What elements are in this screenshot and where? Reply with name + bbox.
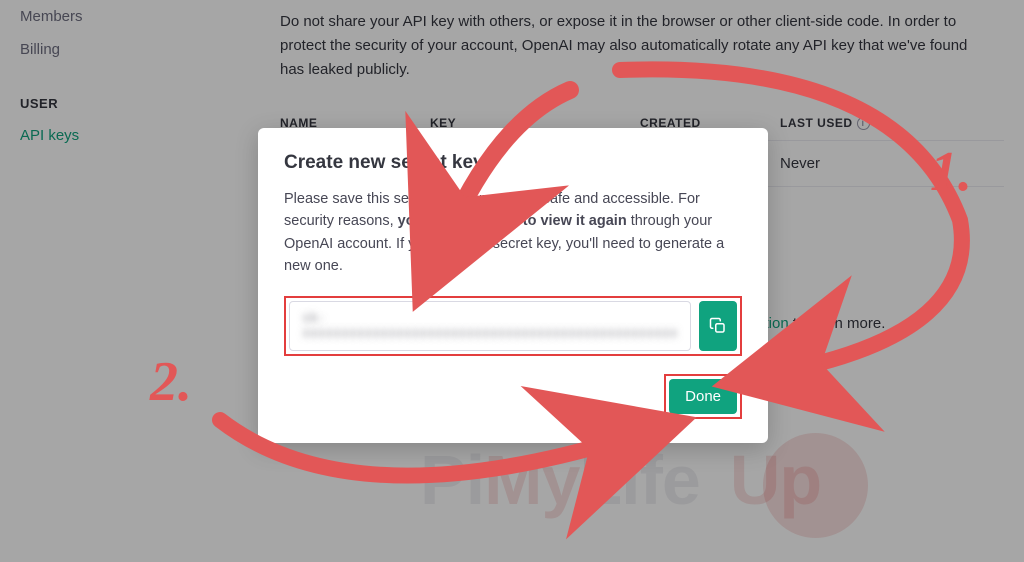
modal-text-bold: you won't be able to view it again [398, 213, 627, 229]
copy-button[interactable] [699, 301, 737, 351]
done-highlight: Done [664, 374, 742, 419]
secret-key-field[interactable]: sk-xxxxxxxxxxxxxxxxxxxxxxxxxxxxxxxxxxxxx… [289, 301, 691, 351]
modal-text: Please save this secret key somewhere sa… [284, 188, 742, 278]
key-row: sk-xxxxxxxxxxxxxxxxxxxxxxxxxxxxxxxxxxxxx… [284, 296, 742, 356]
modal-title: Create new secret key [284, 152, 742, 174]
modal-footer: Done [284, 374, 742, 419]
modal-create-secret-key: Create new secret key Please save this s… [258, 128, 768, 443]
done-button[interactable]: Done [669, 379, 737, 414]
copy-icon [709, 317, 727, 335]
